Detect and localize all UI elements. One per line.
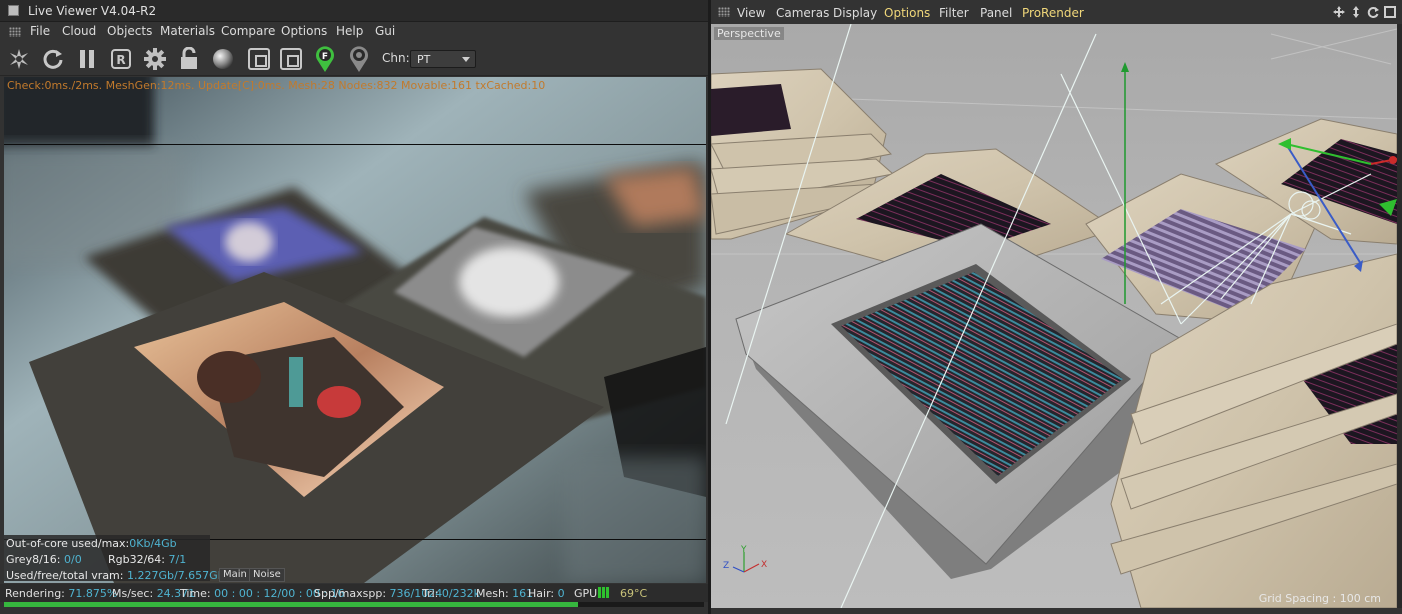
viewport-panel: View Cameras Display Options Filter Pane… [711,0,1402,614]
menu-cloud[interactable]: Cloud [62,24,96,38]
focus-picker-icon[interactable]: F [312,45,338,72]
vp-menu-prorender[interactable]: ProRender [1022,6,1084,20]
render-output[interactable]: Check:0ms./2ms. MeshGen:12ms. Update[C]:… [4,77,706,583]
vp-menu-display[interactable]: Display [833,6,877,20]
axis-x-label: X [761,560,767,570]
channel-value: PT [417,53,431,66]
ooc-value: 0Kb/4Gb [129,537,177,550]
render-progress-fill [4,602,578,607]
rendered-image [4,77,706,583]
svg-text:R: R [116,53,125,67]
viewport-edge [1397,24,1402,608]
menu-file[interactable]: File [30,24,50,38]
lock-icon[interactable] [176,45,202,72]
focus-badge: F [322,52,328,62]
axis-z-label: Z [723,561,729,571]
channel-label: Chn: [382,51,410,65]
viewport-menu-bar: View Cameras Display Options Filter Pane… [711,0,1402,24]
status-gpu-temp: 69°C [620,587,648,600]
scene-drawing: Y Z X [711,24,1397,608]
viewport-grip-icon[interactable] [718,7,730,17]
menu-materials[interactable]: Materials [160,24,215,38]
material-sphere-icon[interactable] [210,45,236,72]
restart-icon[interactable] [40,45,66,72]
move-view-icon[interactable] [1333,6,1345,18]
send-scene-icon[interactable] [6,45,32,72]
grey-value: 0/0 [64,553,82,566]
live-viewer-window: Live Viewer V4.04-R2 File Cloud Objects … [0,0,708,614]
region-guide-top [4,144,706,145]
status-gpu-label: GPU: [574,587,601,600]
rgb-label: Rgb32/64: 7/1 [108,553,187,566]
chevron-down-icon [462,57,470,62]
gpu-usage-bars [598,587,610,598]
status-rendering: Rendering: 71.875% [5,587,118,600]
viewport-canvas[interactable]: Y Z X Perspective Grid Spacing : 100 cm [711,24,1397,608]
render-stats-line: Check:0ms./2ms. MeshGen:12ms. Update[C]:… [7,79,546,92]
tab-main[interactable]: Main [219,568,251,582]
rgb-value: 7/1 [168,553,187,566]
channel-dropdown[interactable]: PT [410,50,476,68]
menu-grip-icon[interactable] [9,27,21,37]
ooc-label: Out-of-core used/max:0Kb/4Gb [6,537,177,550]
status-hair: Hair: 0 [528,587,565,600]
axis-y-label: Y [740,545,747,555]
film-region-icon[interactable] [278,45,304,72]
vp-menu-options[interactable]: Options [884,6,930,20]
pause-icon[interactable] [74,45,100,72]
render-region-icon[interactable] [246,45,272,72]
zoom-view-icon[interactable] [1350,6,1362,18]
vp-menu-cameras[interactable]: Cameras [776,6,829,20]
settings-gear-icon[interactable] [142,45,168,72]
vp-menu-panel[interactable]: Panel [980,6,1012,20]
camera-label[interactable]: Perspective [714,27,784,40]
maximize-view-icon[interactable] [1384,6,1396,18]
region-render-icon[interactable]: R [108,45,134,72]
grey-label: Grey8/16: 0/0 [6,553,82,566]
menu-compare[interactable]: Compare [221,24,275,38]
menu-options[interactable]: Options [281,24,327,38]
menu-gui[interactable]: Gui [375,24,395,38]
rotate-view-icon[interactable] [1367,6,1379,18]
toolbar: R F Chn: PT [0,42,708,76]
status-mesh: Mesh: 161 [476,587,534,600]
vp-menu-view[interactable]: View [737,6,765,20]
vp-menu-filter[interactable]: Filter [939,6,969,20]
material-picker-icon[interactable] [346,45,372,72]
tab-noise[interactable]: Noise [249,568,285,582]
status-tri: Tri: 0/232k [422,587,480,600]
menu-bar: File Cloud Objects Materials Compare Opt… [0,22,708,42]
render-progress-bar [4,602,704,607]
menu-objects[interactable]: Objects [107,24,152,38]
grid-spacing-label: Grid Spacing : 100 cm [1258,592,1381,605]
window-icon [8,5,19,16]
menu-help[interactable]: Help [336,24,363,38]
window-title: Live Viewer V4.04-R2 [28,4,157,18]
title-bar: Live Viewer V4.04-R2 [0,0,708,22]
